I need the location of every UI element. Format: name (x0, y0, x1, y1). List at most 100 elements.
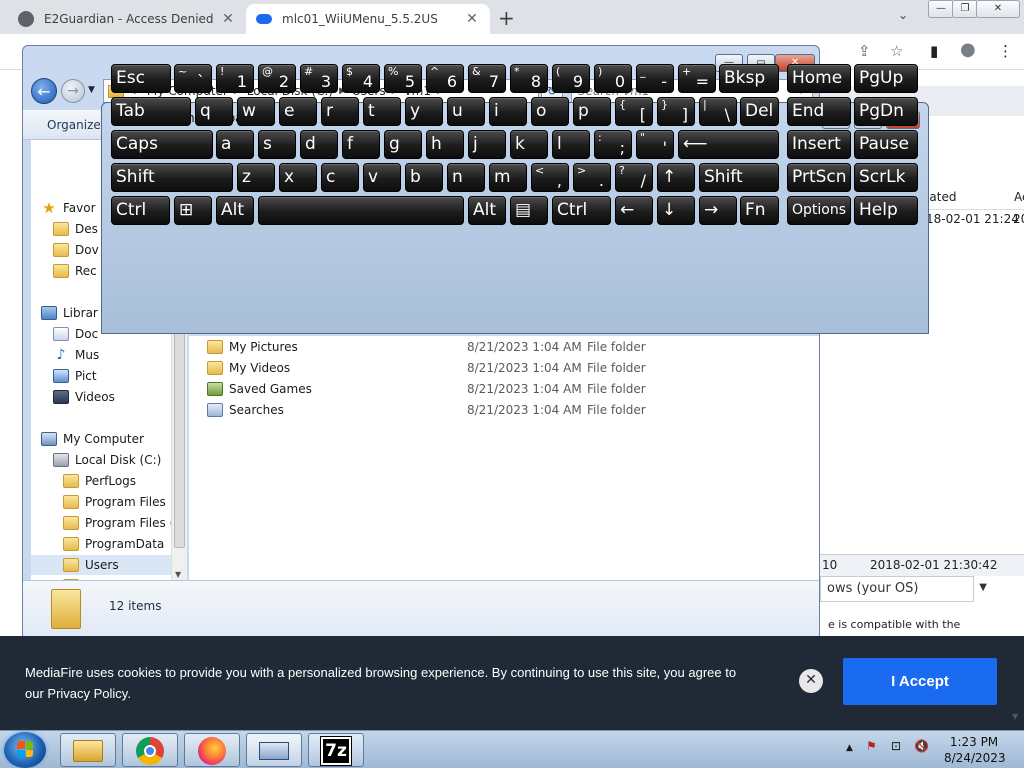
key-r1-8[interactable]: i (489, 97, 527, 126)
system-clock[interactable]: 1:23 PM 8/24/2023 (944, 734, 1006, 766)
key-r0-6[interactable]: % 5 (384, 64, 422, 93)
key-r2-13[interactable]: Insert (787, 130, 851, 159)
key-r2-0[interactable]: Caps (111, 130, 213, 159)
taskbar-chrome[interactable] (122, 733, 178, 767)
nav-item-perflogs[interactable]: PerfLogs (63, 471, 136, 491)
network-icon[interactable]: ⊡ (891, 739, 901, 753)
key-space[interactable] (258, 196, 464, 225)
key-r3-4[interactable]: v (363, 163, 401, 192)
key-r0-16[interactable]: PgUp (854, 64, 918, 93)
key-r4-4[interactable]: Alt (468, 196, 506, 225)
key-r1-4[interactable]: r (321, 97, 359, 126)
nav-item-rec[interactable]: Rec (53, 261, 97, 281)
tab-search-button[interactable]: ⌄ (898, 8, 908, 22)
key-r3-1[interactable]: z (237, 163, 275, 192)
nav-item-program-files[interactable]: Program Files (63, 492, 166, 512)
key-r0-11[interactable]: ) 0 (594, 64, 632, 93)
key-r2-5[interactable]: g (384, 130, 422, 159)
scroll-down-arrow[interactable]: ▼ (175, 570, 181, 579)
share-icon[interactable]: ⇪ (858, 42, 871, 60)
key-r3-9[interactable]: >. (573, 163, 611, 192)
key-r2-4[interactable]: f (342, 130, 380, 159)
volume-icon[interactable]: 🔇 (914, 739, 929, 753)
key-r3-8[interactable]: <, (531, 163, 569, 192)
nav-item-local-disk-c[interactable]: Local Disk (C:) (53, 450, 161, 470)
key-r2-3[interactable]: d (300, 130, 338, 159)
taskbar-firefox[interactable] (184, 733, 240, 767)
back-button[interactable]: ← (31, 78, 57, 104)
key-r1-6[interactable]: y (405, 97, 443, 126)
maximize-button[interactable]: ❐ (952, 0, 978, 18)
file-row[interactable]: Searches 8/21/2023 1:04 AM File folder (189, 400, 819, 421)
key-r2-9[interactable]: l (552, 130, 590, 159)
key-r1-2[interactable]: w (237, 97, 275, 126)
star-icon[interactable]: ☆ (890, 42, 903, 60)
key-r1-15[interactable]: End (787, 97, 851, 126)
nav-item-my-computer[interactable]: My Computer (41, 429, 144, 449)
file-row[interactable]: Saved Games 8/21/2023 1:04 AM File folder (189, 379, 819, 400)
key-r2-2[interactable]: s (258, 130, 296, 159)
key-r1-0[interactable]: Tab (111, 97, 191, 126)
nav-item-programdata[interactable]: ProgramData (63, 534, 164, 554)
file-row[interactable]: My Pictures 8/21/2023 1:04 AM File folder (189, 337, 819, 358)
nav-item-librar[interactable]: Librar (41, 303, 98, 323)
key-r1-5[interactable]: t (363, 97, 401, 126)
os-select[interactable]: ows (your OS) ▼ (820, 576, 987, 602)
key-r1-11[interactable]: {[ (615, 97, 653, 126)
key-r2-8[interactable]: k (510, 130, 548, 159)
key-r4-2[interactable]: Alt (216, 196, 254, 225)
key-r0-13[interactable]: + = (678, 64, 716, 93)
nav-item-users[interactable]: Users (31, 555, 179, 575)
key-r0-8[interactable]: & 7 (468, 64, 506, 93)
key-r3-6[interactable]: n (447, 163, 485, 192)
key-r0-5[interactable]: $4 (342, 64, 380, 93)
taskbar-7zip[interactable]: 7z (308, 733, 364, 767)
tab-e2guardian[interactable]: E2Guardian - Access Denied ✕ (8, 4, 246, 34)
nav-item-mus[interactable]: ♪ Mus (53, 345, 100, 365)
recent-pages-dropdown[interactable]: ▼ (88, 85, 95, 95)
page-scroll-down-arrow[interactable]: ▼ (1012, 712, 1018, 721)
nav-item-program-files[interactable]: Program Files ( (63, 513, 174, 533)
close-button[interactable]: ✕ (976, 0, 1020, 18)
close-icon[interactable]: ✕ (464, 11, 480, 27)
key-r2-12[interactable]: ⟵ (678, 130, 779, 159)
key-r0-0[interactable]: Esc (111, 64, 171, 93)
show-hidden-icons-button[interactable]: ▲ (846, 743, 853, 753)
key-r0-14[interactable]: Bksp (719, 64, 779, 93)
key-r4-6[interactable]: Ctrl (552, 196, 611, 225)
new-tab-button[interactable]: + (498, 6, 515, 30)
forward-button[interactable]: → (61, 79, 85, 103)
profile-avatar[interactable]: ● (960, 39, 976, 60)
menu-icon[interactable]: ⋮ (998, 42, 1013, 60)
nav-item-doc[interactable]: Doc (53, 324, 98, 344)
key-r4-8[interactable]: ↓ (657, 196, 695, 225)
cookie-close-button[interactable]: ✕ (799, 669, 823, 693)
nav-item-pict[interactable]: Pict (53, 366, 97, 386)
key-r3-11[interactable]: ↑ (657, 163, 695, 192)
minimize-button[interactable]: — (928, 0, 954, 18)
key-r3-7[interactable]: m (489, 163, 527, 192)
key-r0-9[interactable]: * 8 (510, 64, 548, 93)
tab-mediafire[interactable]: mlc01_WiiUMenu_5.5.2US ✕ (246, 4, 490, 34)
key-r0-15[interactable]: Home (787, 64, 851, 93)
taskbar-explorer[interactable] (60, 733, 116, 767)
key-r3-13[interactable]: PrtScn (787, 163, 851, 192)
key-r3-10[interactable]: ? / (615, 163, 653, 192)
nav-item-des[interactable]: Des (53, 219, 98, 239)
key-r1-7[interactable]: u (447, 97, 485, 126)
key-r0-2[interactable]: ! 1 (216, 64, 254, 93)
key-r0-7[interactable]: ^ 6 (426, 64, 464, 93)
key-r3-2[interactable]: x (279, 163, 317, 192)
key-r1-13[interactable]: | \ (699, 97, 737, 126)
key-r0-4[interactable]: #3 (300, 64, 338, 93)
start-button[interactable] (4, 732, 46, 768)
key-r0-3[interactable]: @2 (258, 64, 296, 93)
key-r1-10[interactable]: p (573, 97, 611, 126)
key-r1-1[interactable]: q (195, 97, 233, 126)
key-r2-1[interactable]: a (216, 130, 254, 159)
key-r3-12[interactable]: Shift (699, 163, 779, 192)
key-r4-10[interactable]: Fn (740, 196, 779, 225)
key-r1-14[interactable]: Del (740, 97, 779, 126)
sidebar-icon[interactable]: ▮ (930, 42, 938, 60)
key-r4-5[interactable]: ▤ (510, 196, 548, 225)
